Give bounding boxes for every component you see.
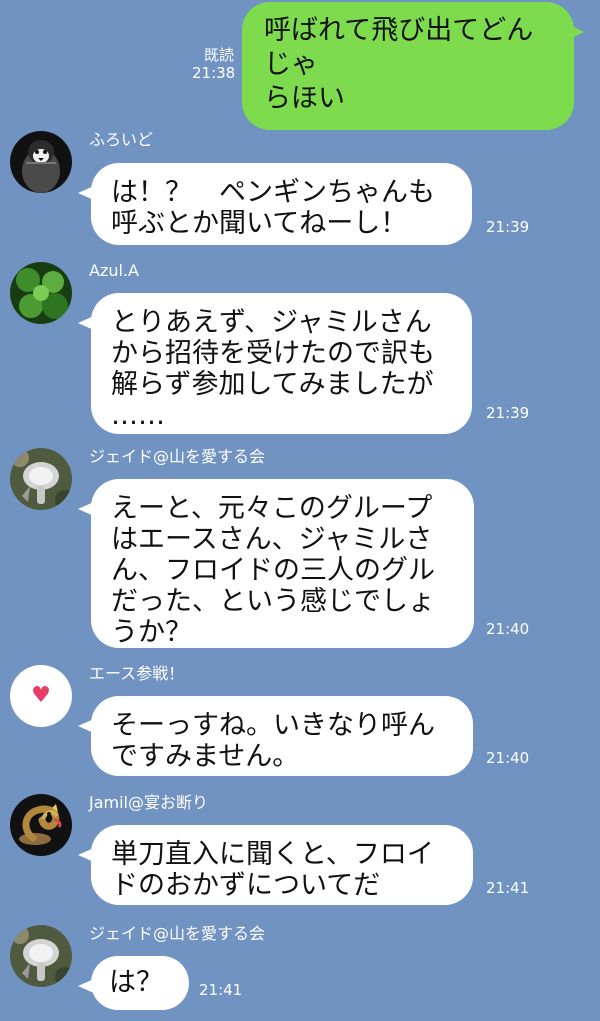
message-time: 21:40	[486, 749, 530, 767]
sender-name: ふろいど	[89, 130, 154, 149]
snake-avatar-icon[interactable]	[10, 794, 72, 856]
leaf-avatar-icon[interactable]	[10, 262, 72, 324]
message-time: 21:41	[486, 879, 530, 897]
message-bubble[interactable]: えーと、元々このグループ はエースさん、ジャミルさ ん、フロイドの三人のグル だ…	[78, 479, 474, 648]
read-receipt: 既読	[203, 46, 234, 64]
message-time: 21:38	[192, 64, 236, 82]
message-bubble[interactable]: そーっすね。いきなり呼ん ですみません。	[78, 696, 473, 776]
message-bubble[interactable]: は！？ ペンギンちゃんも 呼ぶとか聞いてねーし！	[78, 163, 472, 245]
message-time: 21:39	[486, 404, 530, 422]
incoming-message: Jamil@宴お断り 単刀直入に聞くと、フロイ ドのおかずについてだ 21:41	[0, 793, 600, 906]
chat-screen[interactable]: 既読 21:38 呼ばれて飛び出てどんじゃ らほい ふろいど は！？ ペンギンち…	[0, 0, 600, 1021]
incoming-message: ふろいど は！？ ペンギンちゃんも 呼ぶとか聞いてねーし！ 21:39	[0, 130, 600, 251]
heart-avatar-icon[interactable]: ♥	[10, 665, 72, 727]
incoming-message: ジェイド@山を愛する会 は？ 21:41	[0, 924, 600, 1013]
incoming-message: ♥ エース参戦！ そーっすね。いきなり呼ん ですみません。 21:40	[0, 664, 600, 777]
message-time: 21:41	[199, 981, 243, 999]
message-time: 21:39	[486, 218, 530, 236]
outgoing-meta: 既読 21:38	[192, 46, 236, 82]
sender-name: Jamil@宴お断り	[89, 793, 209, 812]
mushroom-avatar-icon[interactable]	[10, 448, 72, 510]
outgoing-bubble[interactable]: 呼ばれて飛び出てどんじゃ らほい	[242, 2, 584, 130]
message-bubble[interactable]: 単刀直入に聞くと、フロイ ドのおかずについてだ	[78, 825, 473, 905]
sender-name: エース参戦！	[89, 664, 185, 683]
message-time: 21:40	[486, 620, 530, 638]
message-bubble[interactable]: は？	[78, 956, 189, 1010]
incoming-message: ジェイド@山を愛する会 えーと、元々このグループ はエースさん、ジャミルさ ん、…	[0, 447, 600, 653]
incoming-message: Azul.A とりあえず、ジャミルさん から招待を受けたので訳も 解らず参加して…	[0, 261, 600, 436]
sender-name: Azul.A	[89, 261, 139, 280]
penguin-avatar-icon[interactable]	[10, 131, 72, 193]
sender-name: ジェイド@山を愛する会	[89, 924, 266, 943]
message-bubble[interactable]: とりあえず、ジャミルさん から招待を受けたので訳も 解らず参加してみましたが ……	[78, 293, 472, 434]
outgoing-message: 既読 21:38 呼ばれて飛び出てどんじゃ らほい	[192, 2, 584, 130]
mushroom-avatar-icon[interactable]	[10, 925, 72, 987]
sender-name: ジェイド@山を愛する会	[89, 447, 266, 466]
heart-icon: ♥	[31, 683, 51, 708]
